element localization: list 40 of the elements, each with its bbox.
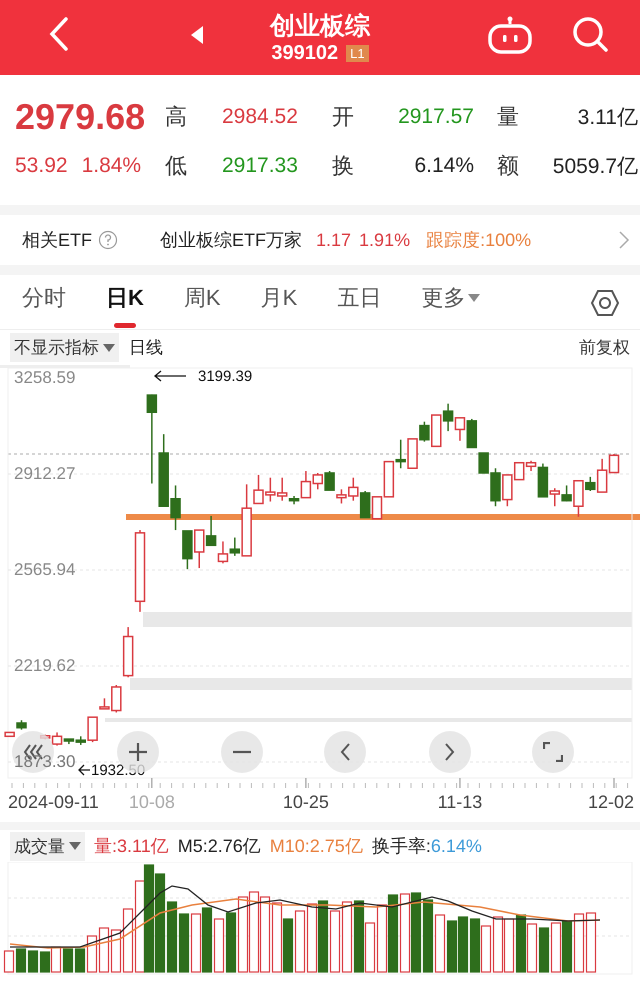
percent-change: 1.84%: [82, 154, 142, 178]
stat-label: 换: [332, 152, 355, 180]
etf-label: 相关ETF: [22, 229, 92, 252]
stat-value: 2917.57: [397, 105, 474, 129]
volume-stat: 量:3.11亿: [94, 835, 169, 858]
tracking-rate: 跟踪度:100%: [426, 229, 532, 252]
index-name: 创业板综: [270, 11, 370, 42]
stat-label: 高: [165, 103, 188, 131]
index-code: 399102: [271, 42, 338, 65]
date-axis-label: 2024-09-11: [8, 792, 99, 813]
stat-value: 6.14%: [413, 154, 474, 178]
level-badge: L1: [346, 45, 369, 62]
date-axis-label: 12-02: [588, 792, 634, 813]
high-price-label: 3199.39: [198, 368, 252, 385]
stat-value: 2917.33: [222, 154, 299, 178]
volume-stat: 换手率:: [372, 835, 431, 858]
date-axis-label: 10-25: [282, 792, 329, 813]
stat-label: 低: [165, 152, 188, 180]
stat-label: 开: [332, 103, 355, 131]
price-axis-label: 2219.62: [14, 656, 76, 676]
low-price-label: 1932.50: [91, 762, 146, 779]
volume-stat: M5:2.76亿: [178, 835, 261, 858]
date-axis-label: 10-08: [128, 792, 175, 813]
stat-value: 3.11亿: [576, 105, 638, 131]
price-axis-label: 2565.94: [14, 560, 76, 580]
last-price: 2979.68: [15, 97, 146, 137]
volume-stat: M10:2.75亿: [270, 835, 363, 858]
period-label: 日线: [129, 337, 163, 359]
price-axis-label: 3258.59: [14, 368, 76, 388]
volume-stat: 6.14%: [430, 836, 482, 856]
price-axis-label: 2912.27: [14, 464, 76, 484]
date-axis-label: 11-13: [438, 792, 482, 813]
stat-value: 2984.52: [222, 105, 299, 129]
stat-label: 额: [496, 152, 520, 180]
etf-price: 1.17: [316, 230, 352, 250]
stat-label: 量: [496, 103, 520, 131]
price-axis-label: 1873.30: [14, 752, 76, 772]
price-change: 53.92: [15, 154, 68, 178]
stat-value: 5059.7亿: [552, 154, 638, 180]
etf-change: 1.91%: [359, 230, 410, 250]
